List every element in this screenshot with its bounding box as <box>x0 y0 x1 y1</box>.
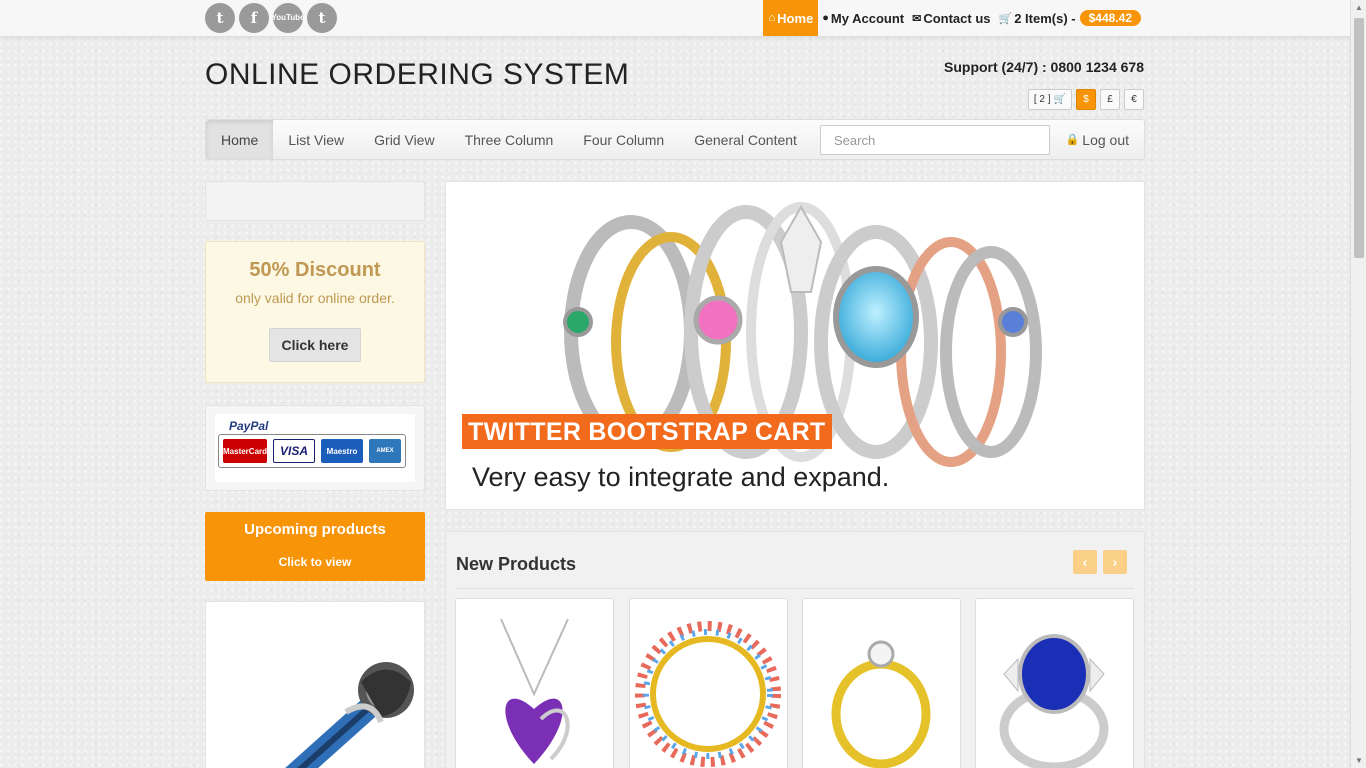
main-navbar: Home List View Grid View Three Column Fo… <box>205 119 1145 160</box>
amex-icon: AMEX <box>369 439 401 463</box>
product-card[interactable] <box>455 598 614 768</box>
lock-icon: 🔒 <box>1065 134 1080 146</box>
product-card[interactable] <box>802 598 961 768</box>
currency-switcher: [ 2 ] 🛒 $ £ € <box>1027 89 1144 110</box>
home-icon: ⌂ <box>768 12 776 24</box>
currency-gbp[interactable]: £ <box>1100 89 1120 110</box>
envelope-icon: ✉ <box>912 12 922 25</box>
discount-subtitle: only valid for online order. <box>235 290 395 306</box>
site-brand[interactable]: ONLINE ORDERING SYSTEM <box>205 58 629 92</box>
new-products-title: New Products <box>456 554 577 574</box>
facebook-icon[interactable]: f <box>239 3 269 33</box>
logout-link[interactable]: 🔒 Log out <box>1066 120 1129 159</box>
logout-label: Log out <box>1082 131 1129 148</box>
mini-cart-button[interactable]: [ 2 ] 🛒 <box>1027 89 1072 110</box>
currency-usd[interactable]: $ <box>1076 89 1096 110</box>
mastercard-icon: MasterCard <box>223 439 267 463</box>
scrollbar-thumb[interactable] <box>1354 18 1364 258</box>
nav-grid-view[interactable]: Grid View <box>359 120 449 159</box>
banner-tag: TWITTER BOOTSTRAP CART <box>462 414 832 449</box>
mini-cart-count: [ 2 ] <box>1033 94 1051 105</box>
search-input[interactable]: Search <box>820 125 1050 155</box>
carousel-next-button[interactable]: › <box>1103 550 1127 574</box>
nav-list-view[interactable]: List View <box>273 120 359 159</box>
sidebar-product-image[interactable] <box>205 601 425 768</box>
twitter-icon[interactable]: t <box>205 3 235 33</box>
paypal-label: PayPal <box>229 419 269 433</box>
payment-methods-panel: PayPal MasterCard VISA Maestro AMEX <box>205 405 425 491</box>
top-nav-account[interactable]: ● My Account <box>818 0 908 36</box>
support-phone: Support (24/7) : 0800 1234 678 <box>944 59 1144 75</box>
cart-total-badge: $448.42 <box>1079 10 1141 26</box>
vertical-scrollbar[interactable]: ▲ ▼ <box>1350 0 1366 768</box>
discount-button[interactable]: Click here <box>268 328 362 362</box>
top-bar: t f You Tube t ⌂ Home ● My Account ✉ Cont… <box>0 0 1350 37</box>
maestro-icon: Maestro <box>321 439 363 463</box>
top-nav-cart[interactable]: 🛒 2 Item(s) - $448.42 <box>995 0 1146 36</box>
sapphire-ring-image <box>999 634 1109 768</box>
visa-icon: VISA <box>273 439 315 463</box>
youtube-icon[interactable]: You Tube <box>271 3 305 33</box>
top-nav-home-label: Home <box>777 10 814 26</box>
nav-home[interactable]: Home <box>206 120 274 159</box>
social-links: t f You Tube t <box>205 3 337 33</box>
nav-three-column[interactable]: Three Column <box>450 120 569 159</box>
youtube-icon-bottom: Tube <box>286 13 305 22</box>
product-card[interactable] <box>629 598 788 768</box>
top-nav-account-label: My Account <box>830 10 905 26</box>
scroll-up-icon[interactable]: ▲ <box>1355 3 1363 12</box>
hero-banner[interactable]: TWITTER BOOTSTRAP CART Very easy to inte… <box>445 181 1145 510</box>
banner-subtitle: Very easy to integrate and expand. <box>472 462 890 492</box>
paypal-logo: PayPal MasterCard VISA Maestro AMEX <box>215 414 415 482</box>
tumblr-icon[interactable]: t <box>307 3 337 33</box>
new-products-panel: New Products ‹ › <box>445 531 1145 768</box>
cart-icon: 🛒 <box>998 12 1013 25</box>
divider <box>456 588 1134 589</box>
upcoming-title: Upcoming products <box>244 521 386 538</box>
sidebar-empty-panel <box>205 181 425 221</box>
product-card[interactable] <box>975 598 1134 768</box>
top-nav-cart-label: 2 Item(s) - <box>1014 10 1076 26</box>
nav-general-content[interactable]: General Content <box>679 120 812 159</box>
top-nav-contact-label: Contact us <box>923 10 991 26</box>
user-icon: ● <box>822 12 829 24</box>
upcoming-link[interactable]: Click to view <box>205 555 425 569</box>
bracelet-image <box>285 662 414 768</box>
bead-necklace-image <box>635 621 781 767</box>
currency-eur[interactable]: € <box>1124 89 1144 110</box>
gold-ring-image <box>831 640 931 768</box>
necklace-image <box>500 618 570 764</box>
discount-title: 50% Discount <box>249 259 381 281</box>
top-nav: ⌂ Home ● My Account ✉ Contact us 🛒 2 Ite… <box>763 0 1145 36</box>
top-nav-contact[interactable]: ✉ Contact us <box>908 0 994 36</box>
youtube-icon-top: You <box>271 13 286 22</box>
nav-four-column[interactable]: Four Column <box>568 120 679 159</box>
upcoming-products-panel[interactable]: Upcoming products Click to view <box>205 512 425 581</box>
scroll-down-icon[interactable]: ▼ <box>1355 756 1363 765</box>
carousel-prev-button[interactable]: ‹ <box>1073 550 1097 574</box>
cart-icon: 🛒 <box>1053 94 1066 105</box>
discount-panel: 50% Discount only valid for online order… <box>205 241 425 383</box>
top-nav-home[interactable]: ⌂ Home <box>763 0 819 36</box>
rings-image <box>563 202 1042 467</box>
